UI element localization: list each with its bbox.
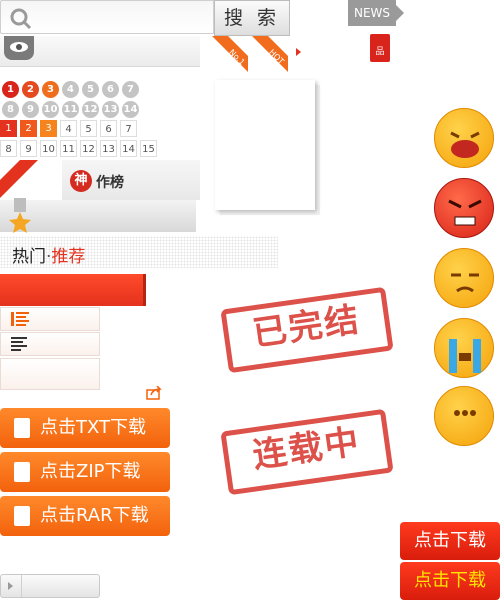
rank-5[interactable]: 5 (82, 81, 99, 98)
square-rank-12[interactable]: 12 (80, 140, 97, 157)
new-ribbon-icon: NEW (0, 160, 38, 198)
red-header-bar (0, 274, 146, 306)
hot-highlight: 推荐 (51, 247, 86, 267)
no1-ribbon-icon: No.1 (212, 36, 248, 72)
rank-3[interactable]: 3 (42, 81, 59, 98)
rank-7[interactable]: 7 (122, 81, 139, 98)
square-rank-10[interactable]: 10 (40, 140, 57, 157)
book-icon-label: 品 (375, 47, 385, 57)
rank-9[interactable]: 9 (22, 101, 39, 118)
serializing-stamp: 连载中 (220, 408, 394, 496)
list-dark-icon (11, 337, 27, 351)
arrow-icon (296, 48, 301, 56)
rank-6[interactable]: 6 (102, 81, 119, 98)
star-medal-icon (9, 198, 31, 233)
search-icon (10, 8, 32, 30)
download-txt-label: 点击TXT下载 (40, 417, 147, 438)
download-rar-button[interactable]: 点击RAR下载 (0, 496, 170, 536)
speechless-face-icon (434, 386, 494, 446)
list-view-button[interactable] (0, 307, 100, 331)
hot-prefix: 热门 (12, 247, 46, 267)
download-zip-button[interactable]: 点击ZIP下载 (0, 452, 170, 492)
document-icon (14, 418, 30, 438)
square-rank-4[interactable]: 4 (60, 120, 77, 137)
rank-2[interactable]: 2 (22, 81, 39, 98)
click-download-hover-button[interactable]: 点击下载 (400, 562, 500, 600)
square-rank-6[interactable]: 6 (100, 120, 117, 137)
rank-10[interactable]: 10 (42, 101, 59, 118)
document-icon (14, 462, 30, 482)
crying-face-icon (434, 318, 494, 378)
download-zip-label: 点击ZIP下载 (40, 461, 141, 482)
click-download-button[interactable]: 点击下载 (400, 522, 500, 560)
square-rank-1[interactable]: 1 (0, 120, 17, 137)
square-rank-14[interactable]: 14 (120, 140, 137, 157)
rank-8[interactable]: 8 (2, 101, 19, 118)
document-icon (14, 506, 30, 526)
scroll-arrow-icon (8, 582, 13, 590)
laughing-face-icon (434, 108, 494, 168)
hot-ribbon-icon: HOT (252, 36, 288, 72)
blank-row (0, 358, 100, 390)
list-orange-icon (11, 312, 29, 326)
card-shadow (215, 80, 315, 210)
search-button[interactable]: 搜 索 (214, 0, 290, 36)
download-rar-label: 点击RAR下载 (40, 505, 149, 526)
shen-badge: 神 (70, 170, 92, 192)
rank-1[interactable]: 1 (2, 81, 19, 98)
square-rank-13[interactable]: 13 (100, 140, 117, 157)
square-rank-8[interactable]: 8 (0, 140, 17, 157)
horizontal-scrollbar[interactable] (0, 574, 100, 598)
square-rank-3[interactable]: 3 (40, 120, 57, 137)
square-rank-2[interactable]: 2 (20, 120, 37, 137)
shen-label: 作榜 (96, 175, 124, 191)
scroll-left-button[interactable] (1, 575, 22, 597)
square-rank-7[interactable]: 7 (120, 120, 137, 137)
share-icon[interactable] (146, 386, 162, 400)
rank-13[interactable]: 13 (102, 101, 119, 118)
rank-14[interactable]: 14 (122, 101, 139, 118)
rank-11[interactable]: 11 (62, 101, 79, 118)
rank-4[interactable]: 4 (62, 81, 79, 98)
rank-12[interactable]: 12 (82, 101, 99, 118)
square-rank-15[interactable]: 15 (140, 140, 157, 157)
text-view-button[interactable] (0, 332, 100, 356)
eye-icon (4, 36, 34, 60)
download-txt-button[interactable]: 点击TXT下载 (0, 408, 170, 448)
search-input[interactable] (0, 0, 214, 34)
hot-section-title: 热门·推荐 (12, 242, 85, 267)
square-rank-9[interactable]: 9 (20, 140, 37, 157)
square-rank-11[interactable]: 11 (60, 140, 77, 157)
finished-stamp: 已完结 (220, 286, 394, 374)
annoyed-face-icon (434, 248, 494, 308)
angry-face-icon (434, 178, 494, 238)
book-icon: 品 (370, 34, 390, 62)
square-rank-5[interactable]: 5 (80, 120, 97, 137)
news-tag: NEWS (348, 0, 404, 26)
